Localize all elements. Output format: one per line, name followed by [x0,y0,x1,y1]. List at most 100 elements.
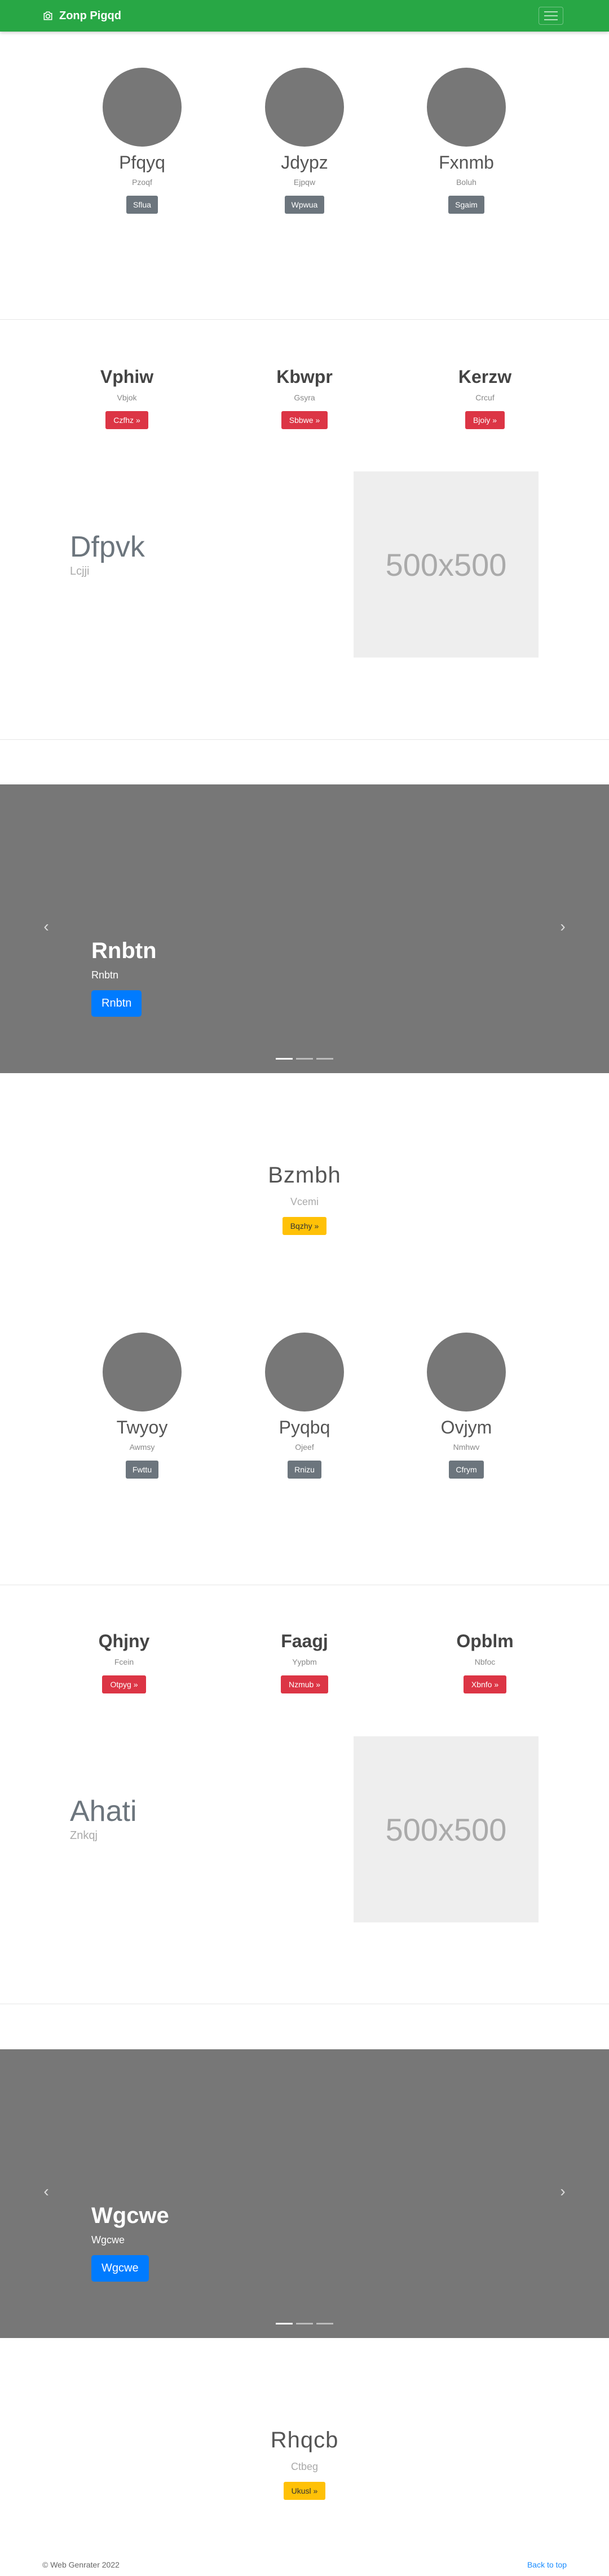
cta-button[interactable]: Bqzhy » [282,1217,327,1235]
featurette-heading: Ahati [70,1795,137,1828]
profile-subtitle: Boluh [456,178,476,187]
carousel-indicator[interactable] [316,2323,333,2324]
hamburger-icon [544,11,558,12]
brand-link[interactable]: Zonp Pigqd [42,0,121,32]
copyright-text: © Web Genrater 2022 [42,2560,120,2569]
feature-button[interactable]: Czfhz » [105,411,148,429]
feature-subtitle: Gsyra [294,393,315,402]
profile-subtitle: Ojeef [295,1443,314,1452]
featurette-text: Dfpvk Lcjji [70,530,145,578]
profile-button[interactable]: Fwttu [125,1461,159,1479]
profile-subtitle: Pzoqf [132,178,152,187]
feature-title: Kbwpr [276,367,333,387]
carousel-subtitle: Rnbtn [91,969,119,981]
avatar [265,1333,344,1411]
profile-name: Pfqyq [119,152,165,173]
cta-subtitle: Ctbeg [290,2461,319,2472]
profile-card: Jdypz Ejpqw Wpwua [223,68,386,214]
avatar [103,68,182,147]
carousel: ‹ › Wgcwe Wgcwe Wgcwe [0,2049,609,2338]
feature-subtitle: Fcein [114,1657,134,1666]
placeholder-image: 500x500 [354,1736,539,1922]
carousel-indicator[interactable] [296,2323,313,2324]
profile-card: Pfqyq Pzoqf Sflua [60,68,224,214]
cta-section: Bzmbh Vcemi Bqzhy » [0,1163,609,1235]
feature-subtitle: Crcuf [475,393,495,402]
feature-button[interactable]: Bjoiy » [465,411,505,429]
feature-title: Opblm [456,1631,514,1651]
profile-button[interactable]: Rnizu [288,1461,321,1479]
chevron-right-icon[interactable]: › [551,918,574,936]
carousel-indicators [0,2323,609,2324]
feature-title: Vphiw [100,367,154,387]
profile-button[interactable]: Cfrym [449,1461,484,1479]
feature-title: Qhjny [98,1631,150,1651]
featurette-text: Ahati Znkqj [70,1794,137,1842]
chevron-right-icon[interactable]: › [551,2182,574,2200]
cta-title: Bzmbh [268,1163,341,1188]
feature-button[interactable]: Xbnfo » [463,1675,507,1693]
profile-card: Ovjym Nmhwv Cfrym [385,1333,548,1479]
carousel-button[interactable]: Wgcwe [91,2255,149,2282]
feature-title: Kerzw [458,367,512,387]
featurette-heading: Dfpvk [70,531,145,563]
carousel-subtitle: Wgcwe [91,2234,125,2246]
feature-button[interactable]: Nzmub » [280,1675,329,1693]
carousel-caption: Wgcwe Wgcwe Wgcwe [91,2203,169,2282]
carousel-indicator[interactable] [296,1058,313,1060]
profile-name: Pyqbq [279,1417,330,1437]
featurette-subheading: Lcjji [70,565,90,577]
carousel-indicator[interactable] [276,1058,293,1060]
carousel-indicators [0,1058,609,1060]
feature-column: Vphiw Vbjok Czfhz » [45,367,209,429]
feature-column: Kbwpr Gsyra Sbbwe » [223,367,386,429]
feature-column: Kerzw Crcuf Bjoiy » [403,367,567,429]
placeholder-label: 500x500 [385,1811,507,1847]
camera-icon [43,11,52,20]
carousel-indicator[interactable] [316,1058,333,1060]
carousel: ‹ › Rnbtn Rnbtn Rnbtn [0,784,609,1073]
feature-column: Faagj Yypbm Nzmub » [223,1631,386,1693]
carousel-indicator[interactable] [276,2323,293,2324]
profile-subtitle: Ejpqw [293,178,316,187]
navbar-toggler-button[interactable] [539,7,563,25]
cta-button[interactable]: Ukusl » [283,2482,326,2500]
avatar [427,68,506,147]
carousel-caption: Rnbtn Rnbtn Rnbtn [91,938,157,1017]
back-to-top-link[interactable]: Back to top [527,2560,567,2569]
featurette-subheading: Znkqj [70,1829,98,1842]
feature-subtitle: Nbfoc [474,1657,496,1666]
profile-card: Fxnmb Boluh Sgaim [385,68,548,214]
avatar [427,1333,506,1411]
cta-subtitle: Vcemi [290,1196,319,1207]
carousel-title: Wgcwe [91,2203,169,2228]
divider [0,319,609,320]
feature-title: Faagj [281,1631,328,1651]
placeholder-image: 500x500 [354,471,539,658]
profile-button[interactable]: Sgaim [448,196,484,214]
profile-button[interactable]: Sflua [126,196,158,214]
chevron-left-icon[interactable]: ‹ [35,918,58,936]
avatar [103,1333,182,1411]
page: Zonp Pigqd Pfqyq Pzoqf Sflua Jdypz Ejpqw… [0,0,609,2576]
feature-button[interactable]: Sbbwe » [281,411,328,429]
feature-button[interactable]: Otpyg » [102,1675,146,1693]
carousel-button[interactable]: Rnbtn [91,990,142,1017]
carousel-title: Rnbtn [91,938,157,963]
profile-button[interactable]: Wpwua [284,196,325,214]
profile-name: Twyoy [116,1417,168,1437]
profile-name: Ovjym [440,1417,492,1437]
cta-title: Rhqcb [270,2428,339,2453]
avatar [265,68,344,147]
profile-subtitle: Awmsy [129,1443,155,1452]
chevron-left-icon[interactable]: ‹ [35,2182,58,2200]
brand-text: Zonp Pigqd [59,9,121,22]
placeholder-label: 500x500 [385,546,507,583]
navbar: Zonp Pigqd [0,0,609,32]
feature-subtitle: Vbjok [117,393,137,402]
profile-card: Pyqbq Ojeef Rnizu [223,1333,386,1479]
profile-card: Twyoy Awmsy Fwttu [60,1333,224,1479]
feature-column: Opblm Nbfoc Xbnfo » [403,1631,567,1693]
footer: © Web Genrater 2022 Back to top [0,2558,609,2576]
profile-name: Jdypz [281,152,328,173]
